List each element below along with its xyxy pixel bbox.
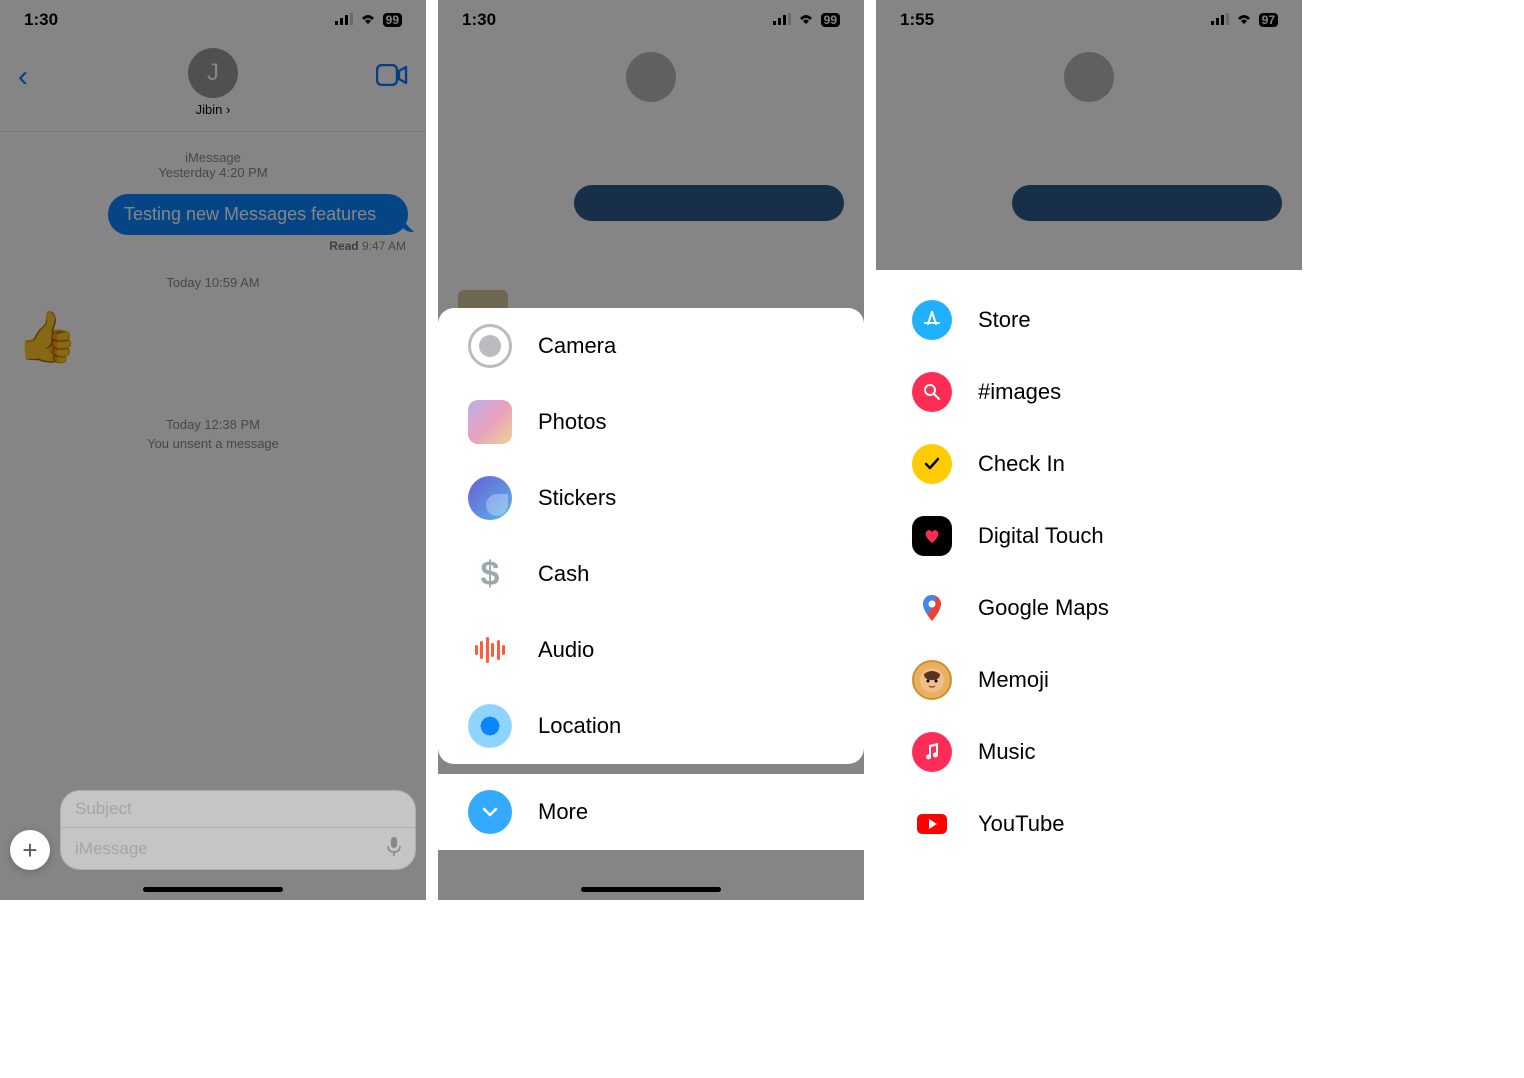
audio-icon bbox=[468, 628, 512, 672]
check-icon bbox=[912, 444, 952, 484]
menu-item-audio[interactable]: Audio bbox=[438, 612, 864, 688]
menu-item-more[interactable]: More bbox=[438, 774, 864, 850]
appstore-icon bbox=[912, 300, 952, 340]
more-item-digital-touch[interactable]: Digital Touch bbox=[876, 500, 1302, 572]
menu-label: More bbox=[538, 799, 588, 825]
attachment-menu: Camera Photos Stickers $ Cash Audio bbox=[438, 308, 864, 900]
menu-item-photos[interactable]: Photos bbox=[438, 384, 864, 460]
more-item-music[interactable]: Music bbox=[876, 716, 1302, 788]
menu-label: Camera bbox=[538, 333, 616, 359]
menu-item-cash[interactable]: $ Cash bbox=[438, 536, 864, 612]
more-item-checkin[interactable]: Check In bbox=[876, 428, 1302, 500]
screenshot-3: 1:55 97 Store #images bbox=[876, 0, 1302, 900]
menu-label: Photos bbox=[538, 409, 607, 435]
camera-icon bbox=[468, 324, 512, 368]
search-icon bbox=[912, 372, 952, 412]
menu-label: YouTube bbox=[978, 811, 1064, 837]
more-item-store[interactable]: Store bbox=[876, 284, 1302, 356]
menu-label: Location bbox=[538, 713, 621, 739]
menu-item-camera[interactable]: Camera bbox=[438, 308, 864, 384]
more-apps-list: Store #images Check In Digital Touch Goo… bbox=[876, 270, 1302, 900]
mic-icon[interactable] bbox=[387, 836, 401, 861]
home-indicator[interactable] bbox=[143, 887, 283, 892]
screenshot-1: 1:30 99 ‹ J Jibin › iMessage Yesterday 4… bbox=[0, 0, 426, 900]
more-item-memoji[interactable]: Memoji bbox=[876, 644, 1302, 716]
youtube-icon bbox=[912, 804, 952, 844]
stickers-icon bbox=[468, 476, 512, 520]
memoji-icon bbox=[912, 660, 952, 700]
message-field[interactable]: iMessage bbox=[60, 827, 416, 870]
more-item-images[interactable]: #images bbox=[876, 356, 1302, 428]
plus-button[interactable]: + bbox=[10, 830, 50, 870]
more-item-google-maps[interactable]: Google Maps bbox=[876, 572, 1302, 644]
menu-label: Memoji bbox=[978, 667, 1049, 693]
menu-label: Check In bbox=[978, 451, 1065, 477]
menu-item-location[interactable]: Location bbox=[438, 688, 864, 764]
menu-label: Music bbox=[978, 739, 1035, 765]
maps-pin-icon bbox=[912, 588, 952, 628]
heart-icon bbox=[912, 516, 952, 556]
menu-item-stickers[interactable]: Stickers bbox=[438, 460, 864, 536]
screenshot-2: 1:30 99 Camera Photos Stickers bbox=[438, 0, 864, 900]
location-icon bbox=[468, 704, 512, 748]
compose-area: + Subject iMessage bbox=[0, 780, 426, 900]
menu-label: Store bbox=[978, 307, 1031, 333]
chevron-down-icon bbox=[468, 790, 512, 834]
menu-label: Digital Touch bbox=[978, 523, 1104, 549]
menu-label: Google Maps bbox=[978, 595, 1109, 621]
home-indicator[interactable] bbox=[581, 887, 721, 892]
cash-icon: $ bbox=[468, 552, 512, 596]
menu-label: #images bbox=[978, 379, 1061, 405]
menu-label: Cash bbox=[538, 561, 589, 587]
music-note-icon bbox=[912, 732, 952, 772]
menu-label: Stickers bbox=[538, 485, 616, 511]
menu-label: Audio bbox=[538, 637, 594, 663]
subject-field[interactable]: Subject bbox=[60, 790, 416, 827]
more-item-youtube[interactable]: YouTube bbox=[876, 788, 1302, 860]
photos-icon bbox=[468, 400, 512, 444]
